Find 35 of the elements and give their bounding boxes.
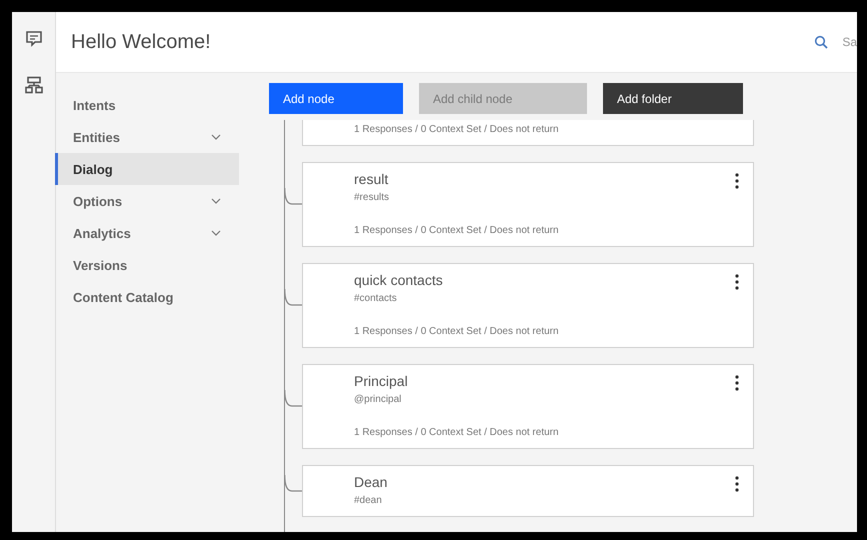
node-summary: 1 Responses / 0 Context Set / Does not return [354,326,559,337]
chat-icon[interactable] [24,30,42,48]
add-node-button[interactable]: Add node [269,83,403,114]
sidebar-item[interactable]: Options [55,185,239,217]
node-condition: #results [354,192,390,203]
overflow-menu-icon[interactable] [735,173,739,189]
node-condition: @principal [354,394,402,405]
page-title: Hello Welcome! [71,30,212,54]
hierarchy-icon[interactable] [24,76,42,94]
search-label[interactable]: Sa [842,35,857,49]
node-title: result [354,171,388,187]
node-summary: 1 Responses / 0 Context Set / Does not return [354,427,559,438]
node-condition: #contacts [354,293,397,304]
sidebar-item[interactable]: Versions [55,249,239,281]
dialog-node-card[interactable]: Principal @principal 1 Responses / 0 Context Set / Does not return [302,364,754,449]
dialog-node-card[interactable]: Dean #dean [302,465,754,517]
node-condition: #dean [354,495,382,506]
sidebar-item[interactable]: Dialog [55,153,239,185]
overflow-menu-icon[interactable] [735,375,739,391]
overflow-menu-icon[interactable] [735,274,739,290]
node-title: Dean [354,474,388,490]
sidebar-item[interactable]: Content Catalog [55,281,239,313]
node-summary: 1 Responses / 0 Context Set / Does not return [354,225,559,236]
sidebar-item[interactable]: Intents [55,89,239,121]
sidebar-item[interactable]: Entities [55,121,239,153]
node-summary: 1 Responses / 0 Context Set / Does not return [354,124,559,135]
dialog-node-card[interactable]: quick contacts #contacts 1 Responses / 0 Context Set / Does not return [302,263,754,348]
overflow-menu-icon[interactable] [735,476,739,492]
node-title: quick contacts [354,272,443,288]
sidebar-item[interactable]: Analytics [55,217,239,249]
dialog-node-card[interactable]: 1 Responses / 0 Context Set / Does not return [302,120,754,146]
add-folder-button[interactable]: Add folder [603,83,743,114]
search-icon[interactable] [814,35,828,49]
dialog-node-card[interactable]: result #results 1 Responses / 0 Context Set / Does not return [302,162,754,247]
node-title: Principal [354,373,408,389]
